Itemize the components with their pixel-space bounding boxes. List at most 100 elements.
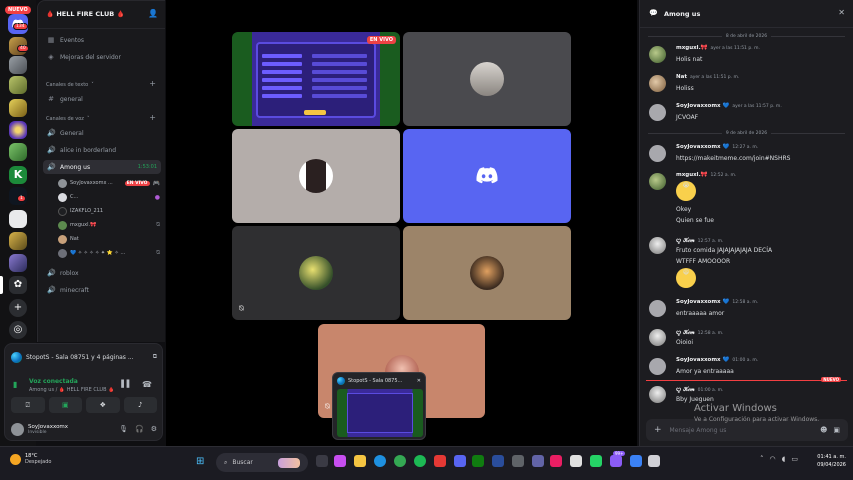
stop-stream-icon[interactable]: ⧉ — [153, 353, 157, 361]
avatar[interactable] — [649, 300, 666, 317]
app-icon[interactable] — [570, 455, 582, 467]
emoji-icon[interactable]: ☻ — [820, 426, 827, 434]
server-badge: 1 — [17, 195, 26, 202]
server-icon[interactable] — [9, 99, 27, 117]
app-icon[interactable] — [492, 455, 504, 467]
spotify-icon[interactable] — [414, 455, 426, 467]
voice-channel-alice[interactable]: 🔊 alice in borderland — [43, 143, 161, 157]
discover-icon[interactable]: ◎ — [9, 321, 27, 339]
app-icon[interactable] — [648, 455, 660, 467]
disconnect-icon[interactable]: ☎ — [142, 380, 152, 389]
rocket-server-icon[interactable] — [9, 210, 27, 228]
voice-status[interactable]: Voz conectada — [29, 378, 78, 385]
avatar[interactable] — [649, 237, 666, 254]
voice-channel-roblox[interactable]: 🔊 roblox — [43, 266, 161, 280]
app-icon[interactable] — [550, 455, 562, 467]
app-icon[interactable] — [334, 455, 346, 467]
whatsapp-icon[interactable] — [590, 455, 602, 467]
boosts-item[interactable]: ◈ Mejoras del servidor — [43, 50, 161, 64]
plus-icon[interactable]: + — [654, 425, 662, 435]
voice-channel-among-us[interactable]: 🔊 Among us 1:53:01 — [43, 160, 161, 174]
server-icon[interactable]: K — [9, 166, 27, 184]
participant-tile[interactable] — [232, 129, 400, 223]
avatar[interactable] — [649, 173, 666, 190]
search-icon: ⌕ — [224, 458, 228, 466]
noise-suppression-icon[interactable]: ▌▌ — [121, 380, 132, 388]
wifi-icon[interactable]: ◠ — [770, 455, 776, 463]
windows-start-icon[interactable]: ⊞ — [196, 456, 204, 467]
clock[interactable]: 01:41 a. m. 09/04/2026 — [810, 453, 846, 469]
app-icon[interactable] — [630, 455, 642, 467]
server-name[interactable]: 🩸 HELL FIRE CLUB 🩸 — [46, 10, 125, 18]
app-icon[interactable] — [434, 455, 446, 467]
voice-user[interactable]: mxguxl.🎀 ⍉ — [58, 219, 162, 231]
volume-icon[interactable]: ◖ — [782, 455, 786, 463]
add-channel-icon[interactable]: + — [149, 79, 156, 88]
signal-icon: ▮ — [13, 380, 18, 389]
battery-icon[interactable]: ▭ — [791, 455, 798, 463]
avatar[interactable] — [649, 329, 666, 346]
edge-icon[interactable] — [374, 455, 386, 467]
settings-taskbar-icon[interactable] — [512, 455, 524, 467]
app-icon[interactable] — [610, 455, 622, 467]
chrome-icon[interactable] — [394, 455, 406, 467]
taskbar-search[interactable]: ⌕ Buscar — [216, 453, 308, 472]
add-server-icon[interactable]: + — [9, 299, 27, 317]
participant-tile[interactable] — [403, 129, 571, 223]
server-icon[interactable] — [9, 232, 27, 250]
avatar[interactable] — [649, 104, 666, 121]
voice-channel-minecraft[interactable]: 🔊 minecraft — [43, 283, 161, 297]
screen-share-button[interactable]: ▣ — [48, 397, 82, 413]
avatar[interactable] — [649, 358, 666, 375]
participant-tile[interactable] — [403, 32, 571, 126]
voice-user[interactable]: 💙 ✧ ✧ ✧ ✧ ✦ ⭐ ✧ ✨ 🌊 ⍉ — [58, 247, 162, 259]
avatar[interactable] — [649, 75, 666, 92]
user-status: Invisible — [28, 429, 47, 435]
activities-button[interactable]: ❖ — [86, 397, 120, 413]
xbox-icon[interactable] — [472, 455, 484, 467]
add-member-icon[interactable]: 👤 — [148, 9, 158, 18]
message-link[interactable]: https://makeitmeme.com/join#NSHRS — [676, 154, 790, 163]
voice-category[interactable]: Canales de voz ˅ — [46, 116, 89, 122]
server-icon[interactable] — [9, 254, 27, 272]
voice-user[interactable]: C... ● — [58, 191, 162, 203]
avatar[interactable] — [649, 386, 666, 403]
speaker-icon: 🔊 — [47, 129, 56, 137]
avatar — [58, 192, 67, 202]
add-voice-channel-icon[interactable]: + — [149, 113, 156, 122]
hellfire-server-icon[interactable]: ✿ — [9, 276, 27, 294]
camera-off-button[interactable]: ⍁ — [11, 397, 45, 413]
avatar[interactable] — [649, 46, 666, 63]
participant-tile[interactable]: ⍉ — [232, 226, 400, 320]
chevron-up-icon[interactable]: ˄ — [760, 455, 764, 463]
voice-user[interactable]: Nat — [58, 233, 162, 245]
voice-user[interactable]: IZAKFLO_211 — [58, 205, 162, 217]
server-icon[interactable] — [9, 56, 27, 74]
app-icon[interactable] — [532, 455, 544, 467]
settings-icon[interactable]: ⚙ — [151, 425, 157, 433]
voice-channel-general[interactable]: 🔊 General — [43, 126, 161, 140]
stream-tile[interactable]: EN VIVO — [232, 32, 400, 126]
text-category[interactable]: Canales de texto ˅ — [46, 82, 94, 88]
headphones-icon[interactable]: 🎧 — [135, 425, 144, 433]
discord-taskbar-icon[interactable] — [454, 455, 466, 467]
server-icon[interactable] — [9, 143, 27, 161]
close-icon[interactable]: ✕ — [838, 8, 845, 17]
avatar[interactable] — [649, 145, 666, 162]
microphone-icon[interactable]: 🎙 — [119, 425, 128, 433]
star-server-icon[interactable] — [9, 121, 27, 139]
user-avatar[interactable] — [11, 422, 24, 436]
task-view-icon[interactable] — [316, 455, 328, 467]
soundboard-button[interactable]: ♪ — [123, 397, 157, 413]
stream-source[interactable]: StopotS - Sala 08751 y 4 páginas ... ⧉ — [11, 351, 157, 363]
picture-in-picture[interactable]: StopotS - Sala 0875... ✕ — [332, 372, 426, 440]
sticker-icon[interactable]: ▣ — [833, 426, 840, 434]
voice-user[interactable]: SoyJovaxxomx ... EN VIVO 🎮 — [58, 177, 162, 189]
weather-widget[interactable]: 18°C Despejado — [10, 453, 51, 465]
close-icon[interactable]: ✕ — [417, 378, 421, 384]
server-icon[interactable] — [9, 76, 27, 94]
file-explorer-icon[interactable] — [354, 455, 366, 467]
participant-tile[interactable] — [403, 226, 571, 320]
events-item[interactable]: ▦ Eventos — [43, 33, 161, 47]
channel-general-text[interactable]: # general — [43, 92, 161, 106]
